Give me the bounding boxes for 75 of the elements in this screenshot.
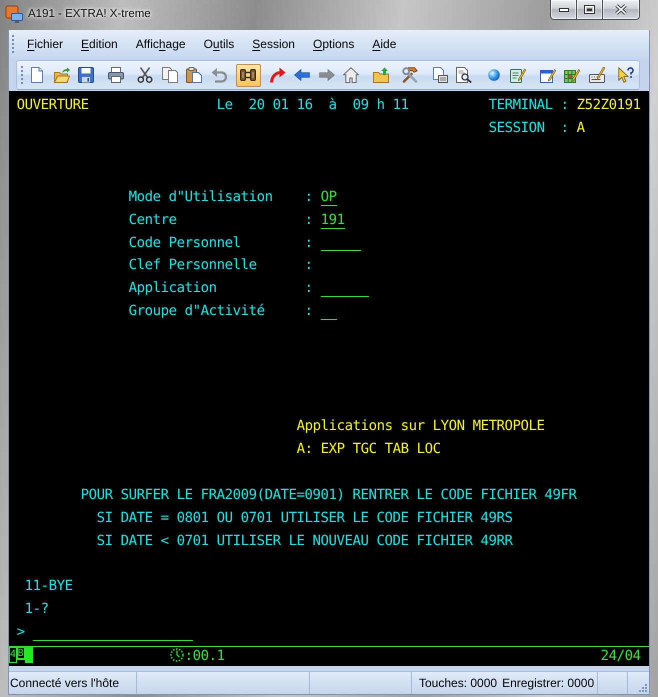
sphere-icon <box>488 69 500 81</box>
menu-item[interactable]: Aide <box>363 33 406 55</box>
field-label: Application <box>128 279 217 298</box>
field-label: Code Personnel <box>128 234 241 253</box>
folder-arrow-icon <box>372 67 389 83</box>
copy-icon <box>162 67 178 83</box>
session-label: SESSION : <box>488 118 569 138</box>
close-icon <box>615 4 627 15</box>
keystroke-count: Touches: 0000 <box>419 675 498 691</box>
grip-icon <box>12 34 15 54</box>
window-pencil-icon <box>540 67 556 83</box>
cursor-position: 24/04 <box>600 647 641 666</box>
minimize-button[interactable] <box>550 0 577 20</box>
notepad-pencil-icon <box>510 67 526 83</box>
minimize-icon <box>558 8 568 12</box>
response-time: :00.1 <box>184 647 225 666</box>
clipboard-icon <box>186 67 202 83</box>
applications-list: A: EXP TGC TAB LOC <box>296 438 441 461</box>
command-option: 1-? <box>24 598 49 622</box>
undo-icon <box>210 67 227 83</box>
menu-item[interactable]: Edition <box>72 33 127 55</box>
terminal-label: TERMINAL : <box>488 96 569 115</box>
record-count: Enregistrer: 0000 <box>502 675 594 691</box>
keyboard-pencil-icon <box>588 67 605 83</box>
right-arrow-icon <box>318 67 335 83</box>
screen-title: OUVERTURE <box>16 96 89 115</box>
menu-item[interactable]: Outils <box>194 33 244 55</box>
grid-pencil-icon <box>564 67 580 83</box>
notice-line: SI DATE = 0801 OU 0701 UTILISER LE CODE FICHIER 49RS <box>96 508 513 528</box>
toolbar-button[interactable] <box>236 64 260 86</box>
field-colon: : <box>304 234 313 253</box>
tools-icon <box>402 67 418 83</box>
field-colon: : <box>304 188 313 207</box>
printer-icon <box>108 67 124 83</box>
grip-icon <box>21 65 24 85</box>
close-button[interactable] <box>603 0 640 20</box>
notice-line: POUR SURFER LE FRA2009(DATE=0901) RENTRER LE CODE FICHIER 49FR <box>80 486 577 505</box>
status-flag: 4 <box>9 647 17 664</box>
open-folder-icon <box>54 67 70 83</box>
maximize-button[interactable] <box>577 0 603 20</box>
date-time-text: Le 20 01 16 à 09 h 11 <box>216 96 409 115</box>
input-field[interactable]: 191 <box>320 212 345 229</box>
window-title: A191 - EXTRA! X-treme <box>28 7 151 22</box>
prompt-symbol: > <box>16 623 25 642</box>
field-label: Clef Personnelle <box>128 256 257 276</box>
document-search-icon <box>456 67 472 83</box>
input-field[interactable]: OP <box>320 188 337 206</box>
menu-item[interactable]: Session <box>243 33 304 55</box>
new-document-icon <box>29 67 46 83</box>
session-id: A <box>576 118 585 138</box>
status-message: Connecté vers l'hôte <box>10 675 120 691</box>
applications-heading: Applications sur LYON METROPOLE <box>296 416 545 436</box>
menu-item[interactable]: Fichier <box>18 33 72 55</box>
curved-arrow-icon <box>270 67 286 83</box>
menu-item[interactable]: Options <box>304 33 364 55</box>
notice-line: SI DATE < 0701 UTILISER LE NOUVEAU CODE FICHIER 49RR <box>96 532 513 551</box>
field-colon: : <box>304 302 313 322</box>
left-arrow-icon <box>294 67 310 83</box>
field-colon: : <box>304 210 313 230</box>
pointer-question-icon <box>618 67 634 83</box>
field-label: Centre <box>128 210 177 230</box>
field-label: Groupe d"Activité <box>128 302 265 322</box>
connection-icon <box>240 67 256 83</box>
app-icon <box>5 5 23 23</box>
menu-item[interactable]: Affichage <box>126 33 195 55</box>
home-icon <box>343 67 360 83</box>
field-label: Mode d"Utilisation <box>128 188 273 207</box>
terminal-id: Z52Z0191 <box>576 96 641 115</box>
resize-grip-icon <box>637 682 647 692</box>
document-icon <box>432 67 448 83</box>
maximize-icon <box>584 5 595 14</box>
field-colon: : <box>304 256 313 276</box>
field-colon: : <box>304 279 313 298</box>
scissors-icon <box>137 67 154 83</box>
command-option: 11-BYE <box>24 575 73 598</box>
